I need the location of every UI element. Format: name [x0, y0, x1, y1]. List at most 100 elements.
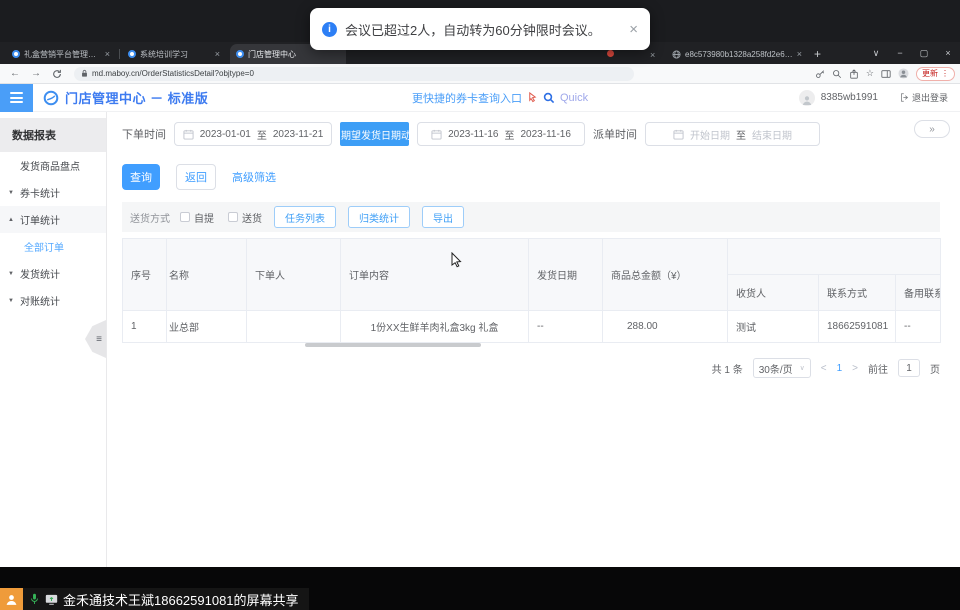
bookmark-star-icon[interactable]: ☆	[866, 68, 874, 79]
screen-share-icon	[45, 594, 58, 605]
sidebar-collapse-handle[interactable]: ≡	[85, 320, 106, 358]
cell-seq: 1	[123, 311, 167, 343]
logout-label: 退出登录	[912, 91, 948, 104]
profile-icon[interactable]	[898, 68, 909, 79]
pickup-checkbox[interactable]	[180, 212, 190, 222]
calendar-icon	[673, 129, 684, 140]
url-bar[interactable]: md.maboy.cn/OrderStatisticsDetail?objtyp…	[74, 67, 634, 81]
quick-label[interactable]: Quick	[560, 92, 588, 104]
start-date-value: 2023-11-16	[448, 129, 498, 140]
expand-filters-button[interactable]: »	[914, 120, 950, 138]
page-title: 门店管理中心 － 标准版	[65, 88, 208, 107]
reload-icon[interactable]	[52, 69, 62, 79]
end-date-value: 2023-11-21	[273, 129, 323, 140]
mouse-cursor	[451, 252, 462, 273]
cell-ship-date: --	[529, 311, 603, 343]
expected-date-range-input[interactable]: 2023-11-16 至 2023-11-16	[417, 122, 585, 146]
sidebar-item-inventory[interactable]: 发货商品盘点	[0, 152, 106, 179]
expected-ship-date-button[interactable]: 期望发货日期动态	[340, 122, 409, 146]
chrome-update-button[interactable]: 更新 ⋮	[916, 67, 955, 81]
meeting-toast: i 会议已超过2人，自动转为60分钟限时会议。 ×	[310, 8, 650, 50]
cell-alt-contact: --	[896, 311, 941, 343]
column-header-amount: 商品总金额（¥）	[603, 239, 728, 311]
pagination: 共 1 条 30条/页 ∨ < 1 > 前往 1 页	[712, 358, 940, 378]
total-count: 共 1 条	[712, 361, 743, 376]
quick-search-icon[interactable]	[543, 92, 555, 104]
browser-tab-hash[interactable]: e8c573980b1328a258fd2e618 ×	[666, 44, 808, 64]
dispatch-date-range-input[interactable]: 开始日期 至 结束日期	[645, 122, 820, 146]
sidebar-item-reconcile-stats[interactable]: ▼ 对账统计	[0, 287, 106, 314]
order-date-range-input[interactable]: 2023-01-01 至 2023-11-21	[174, 122, 332, 146]
forward-button[interactable]: →	[31, 68, 41, 79]
app-body: 数据报表 发货商品盘点 ▼ 券卡统计 ▲ 订单统计 全部订单 ▼ 发货统计	[0, 112, 960, 567]
back-button[interactable]: 返回	[176, 164, 216, 190]
sidebar-item-coupon-stats[interactable]: ▼ 券卡统计	[0, 179, 106, 206]
tab-label: e8c573980b1328a258fd2e618	[685, 50, 793, 59]
sidebar-item-label: 对账统计	[20, 293, 60, 308]
main-content: 下单时间 2023-01-01 至 2023-11-21 期望发货日期动态 20…	[107, 112, 960, 567]
maximize-button[interactable]: ▢	[912, 42, 936, 64]
browser-tab-1[interactable]: 礼盒营销平台管理中心 ×	[6, 44, 116, 64]
tab-close-icon[interactable]: ×	[650, 50, 655, 60]
screen: 礼盒营销平台管理中心 × 系统培训学习 × 门店管理中心 × e8c573980…	[0, 0, 960, 610]
column-header-contact: 联系方式	[819, 275, 896, 311]
sidebar-item-order-stats[interactable]: ▲ 订单统计	[0, 206, 106, 233]
tab-label: 门店管理中心	[248, 49, 340, 60]
hamburger-menu-button[interactable]	[0, 84, 33, 112]
browser-tab-2[interactable]: 系统培训学习 ×	[122, 44, 226, 64]
pointer-icon	[527, 92, 538, 103]
current-page[interactable]: 1	[837, 363, 843, 374]
sidebar-item-all-orders[interactable]: 全部订单	[0, 233, 106, 260]
tab-search-icon[interactable]: ∨	[864, 42, 888, 64]
order-time-label: 下单时间	[122, 126, 166, 142]
start-date-placeholder: 开始日期	[690, 127, 730, 142]
search-button[interactable]: 查询	[122, 164, 160, 190]
sidebar-item-shipping-stats[interactable]: ▼ 发货统计	[0, 260, 106, 287]
calendar-icon	[183, 129, 194, 140]
chevron-down-icon: ▼	[8, 298, 16, 304]
zoom-icon[interactable]	[832, 69, 842, 79]
minimize-button[interactable]: −	[888, 42, 912, 64]
classify-stats-button[interactable]: 归类统计	[348, 206, 410, 228]
calendar-icon	[431, 129, 442, 140]
goto-page-input[interactable]: 1	[898, 359, 920, 377]
cell-contact: 18662591081	[819, 311, 896, 343]
close-window-button[interactable]: ×	[936, 42, 960, 64]
collapse-menu-icon: ≡	[96, 334, 102, 345]
share-icon[interactable]	[849, 69, 859, 79]
sidebar-item-label: 全部订单	[24, 239, 64, 254]
horizontal-scrollbar[interactable]	[305, 343, 481, 347]
pickup-label[interactable]: 自提	[194, 210, 214, 225]
tab-close-icon[interactable]: ×	[797, 49, 802, 59]
quick-entry-area: 更快捷的券卡查询入口 Quick	[412, 90, 588, 106]
chrome-menu-icon[interactable]: ⋮	[941, 69, 949, 78]
sidebar-item-label: 订单统计	[20, 212, 60, 227]
column-header-seq: 序号	[123, 239, 167, 311]
advanced-filter-link[interactable]: 高级筛选	[232, 169, 276, 185]
range-separator: 至	[505, 127, 515, 142]
back-button[interactable]: ←	[10, 68, 20, 79]
next-page-button[interactable]: >	[852, 363, 858, 374]
cell-content: 1份XX生鲜羊肉礼盒3kg 礼盒	[341, 311, 529, 343]
delivery-label[interactable]: 送货	[242, 210, 262, 225]
page-size-select[interactable]: 30条/页 ∨	[753, 358, 811, 378]
coupon-query-link[interactable]: 更快捷的券卡查询入口	[412, 90, 522, 106]
share-status: 金禾通技术王斌18662591081的屏幕共享	[23, 588, 309, 610]
tab-close-icon[interactable]: ×	[105, 49, 110, 59]
share-text: 金禾通技术王斌18662591081的屏幕共享	[63, 590, 299, 609]
toast-close-icon[interactable]: ×	[629, 21, 638, 38]
delivery-checkbox[interactable]	[228, 212, 238, 222]
delivery-toolbar: 送货方式 自提 送货 任务列表 归类统计 导出	[122, 202, 940, 232]
logout-button[interactable]: 退出登录	[900, 91, 948, 104]
side-panel-icon[interactable]	[881, 69, 891, 79]
column-header-group	[728, 239, 941, 275]
delivery-method-label: 送货方式	[130, 210, 170, 225]
key-icon[interactable]	[815, 69, 825, 79]
export-button[interactable]: 导出	[422, 206, 464, 228]
prev-page-button[interactable]: <	[821, 363, 827, 374]
new-tab-button[interactable]: +	[814, 47, 821, 61]
tab-close-icon[interactable]: ×	[215, 49, 220, 59]
column-header-buyer: 下单人	[247, 239, 341, 311]
task-list-button[interactable]: 任务列表	[274, 206, 336, 228]
update-label: 更新	[922, 68, 938, 79]
